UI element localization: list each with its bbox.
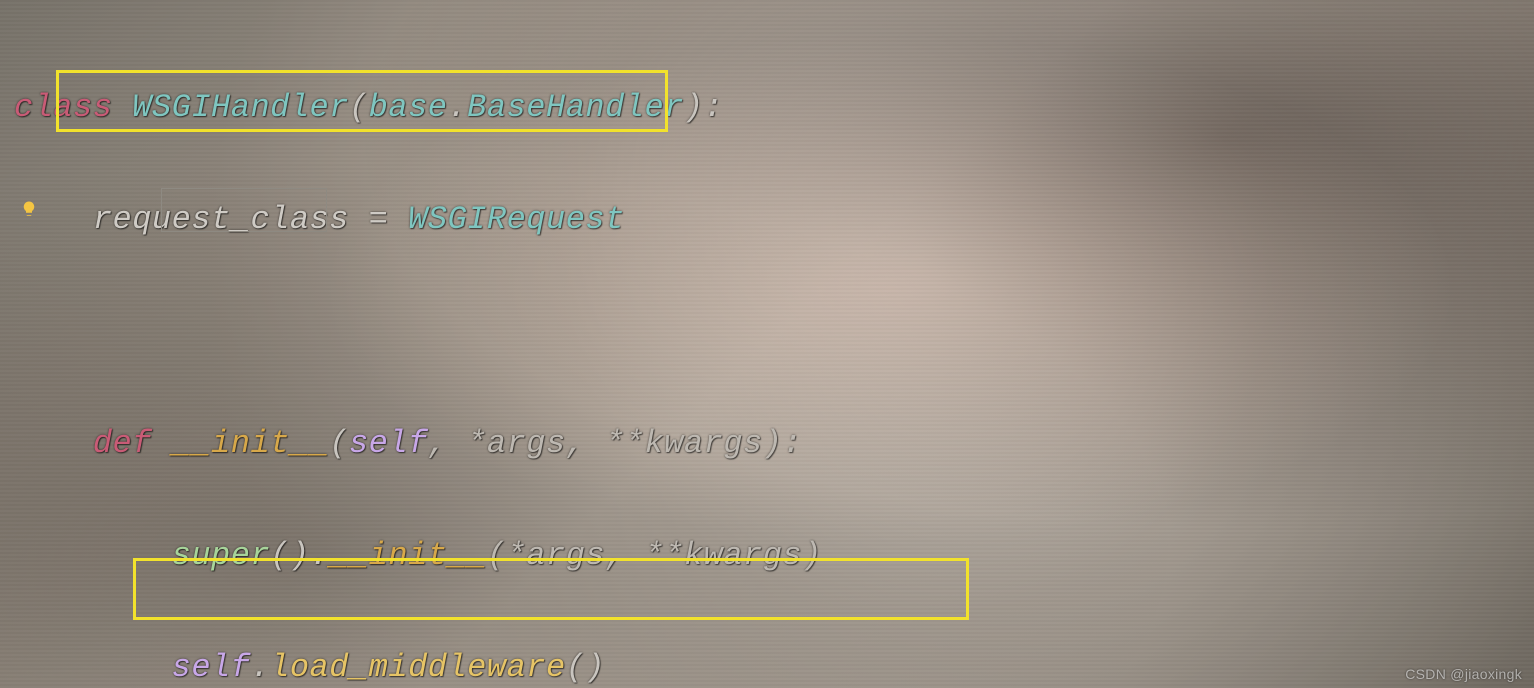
builtin-super: super	[172, 537, 271, 574]
call-load-middleware: load_middleware	[270, 649, 566, 686]
method-init: __init__	[172, 425, 330, 462]
class-name: WSGIHandler	[132, 89, 349, 126]
code-block[interactable]: class WSGIHandler(base.BaseHandler): req…	[0, 0, 1534, 688]
watermark: CSDN @jiaoxingk	[1405, 666, 1522, 682]
keyword-def: def	[93, 425, 172, 462]
code-editor[interactable]: class WSGIHandler(base.BaseHandler): req…	[0, 0, 1534, 688]
intention-bulb-icon[interactable]	[20, 200, 38, 218]
attr-request-class: request_class	[93, 201, 349, 238]
keyword-class: class	[14, 89, 132, 126]
